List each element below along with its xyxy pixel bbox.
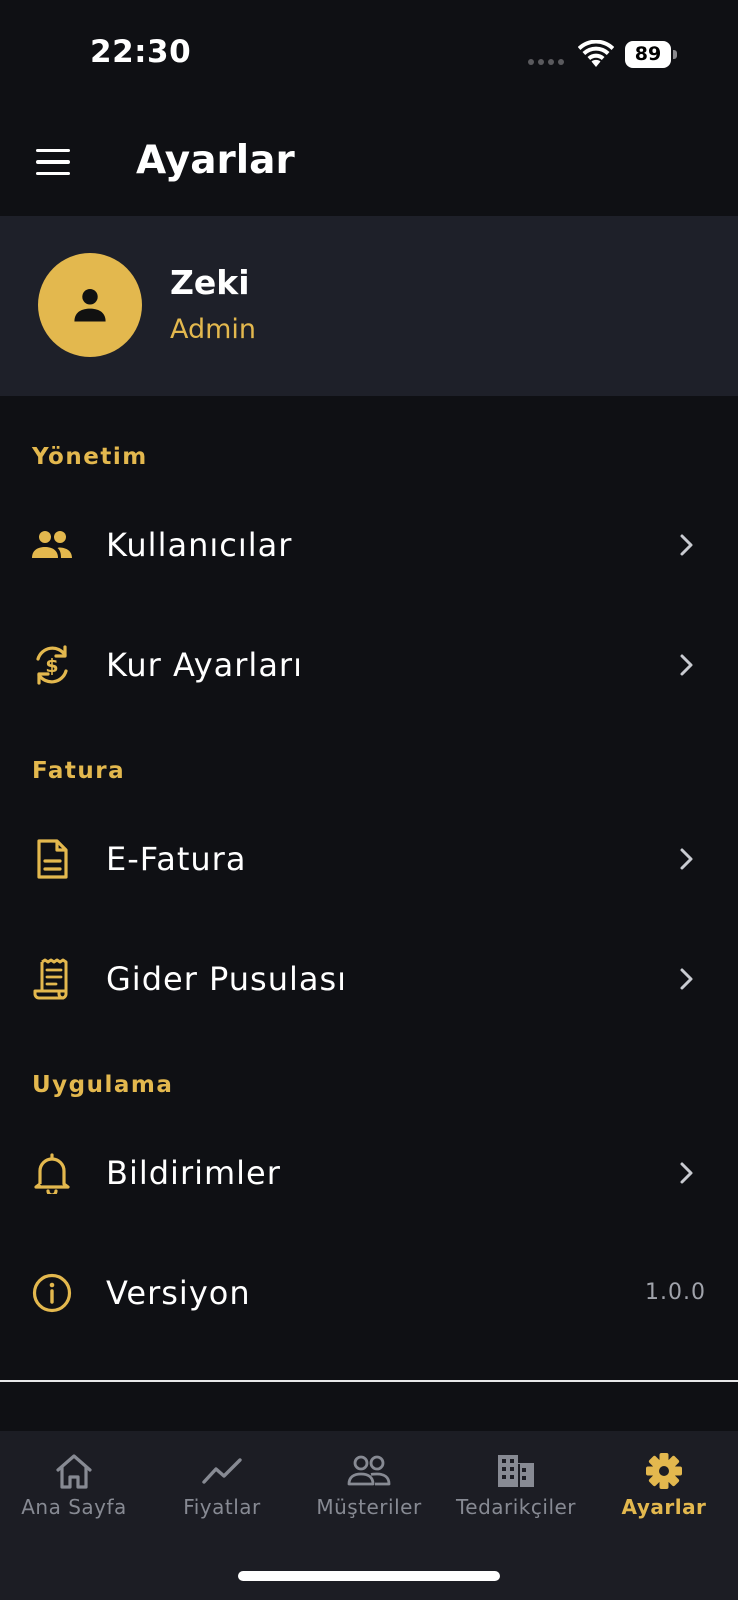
page-title: Ayarlar	[136, 138, 295, 183]
battery-icon: 89	[625, 41, 677, 68]
tab-ayarlar[interactable]: Ayarlar	[590, 1431, 738, 1531]
receipt-icon	[30, 958, 74, 1000]
home-indicator	[238, 1571, 500, 1581]
tab-label: Fiyatlar	[183, 1495, 261, 1519]
menu-item-label: Bildirimler	[106, 1154, 281, 1192]
status-bar: 22:30 89	[0, 0, 738, 110]
tab-label: Ana Sayfa	[21, 1495, 127, 1519]
menu-item-label: Kur Ayarları	[106, 646, 303, 684]
tab-fiyatlar[interactable]: Fiyatlar	[148, 1431, 296, 1531]
person-icon	[74, 289, 106, 322]
info-icon	[30, 1272, 74, 1314]
menu-item-gider-pusulasi[interactable]: Gider Pusulası	[0, 924, 738, 1034]
tab-label: Tedarikçiler	[455, 1495, 577, 1519]
hamburger-menu-icon[interactable]	[26, 140, 80, 184]
building-icon	[498, 1455, 534, 1487]
profile-role: Admin	[170, 314, 257, 345]
divider	[0, 1380, 738, 1382]
people-icon	[347, 1455, 391, 1486]
avatar	[38, 253, 142, 357]
section-header-uygulama: Uygulama	[32, 1072, 174, 1098]
users-icon	[30, 524, 74, 566]
tab-label: Ayarlar	[621, 1495, 707, 1519]
chevron-right-icon	[680, 1162, 693, 1184]
menu-item-kur-ayarlari[interactable]: $ Kur Ayarları	[0, 610, 738, 720]
profile-card[interactable]: Zeki Admin	[0, 216, 738, 396]
currency-exchange-icon: $	[30, 644, 74, 686]
gear-icon	[646, 1453, 682, 1489]
app-header: Ayarlar	[0, 110, 738, 216]
tab-musteriler[interactable]: Müşteriler	[295, 1431, 443, 1531]
menu-item-label: Gider Pusulası	[106, 960, 348, 998]
tab-label: Müşteriler	[316, 1495, 422, 1519]
bell-icon	[30, 1152, 74, 1194]
wifi-icon	[578, 40, 614, 67]
menu-item-label: Kullanıcılar	[106, 526, 293, 564]
home-icon	[56, 1454, 92, 1489]
chevron-right-icon	[680, 534, 693, 556]
menu-item-e-fatura[interactable]: E-Fatura	[0, 804, 738, 914]
section-header-fatura: Fatura	[32, 758, 126, 784]
document-icon	[30, 838, 74, 880]
trending-up-icon	[202, 1458, 242, 1484]
tab-tedarikciler[interactable]: Tedarikçiler	[442, 1431, 590, 1531]
version-value: 1.0.0	[645, 1280, 706, 1305]
menu-item-bildirimler[interactable]: Bildirimler	[0, 1118, 738, 1228]
menu-item-label: Versiyon	[106, 1274, 251, 1312]
chevron-right-icon	[680, 654, 693, 676]
battery-level: 89	[625, 41, 671, 68]
tab-ana-sayfa[interactable]: Ana Sayfa	[0, 1431, 148, 1531]
profile-name: Zeki	[170, 263, 250, 302]
chevron-right-icon	[680, 968, 693, 990]
cellular-signal-icon	[528, 59, 564, 65]
chevron-right-icon	[680, 848, 693, 870]
menu-item-label: E-Fatura	[106, 840, 247, 878]
section-header-yonetim: Yönetim	[32, 444, 148, 470]
menu-item-versiyon: Versiyon 1.0.0	[0, 1238, 738, 1348]
svg-text:$: $	[45, 655, 58, 677]
status-time: 22:30	[90, 34, 192, 70]
menu-item-kullanicilar[interactable]: Kullanıcılar	[0, 490, 738, 600]
